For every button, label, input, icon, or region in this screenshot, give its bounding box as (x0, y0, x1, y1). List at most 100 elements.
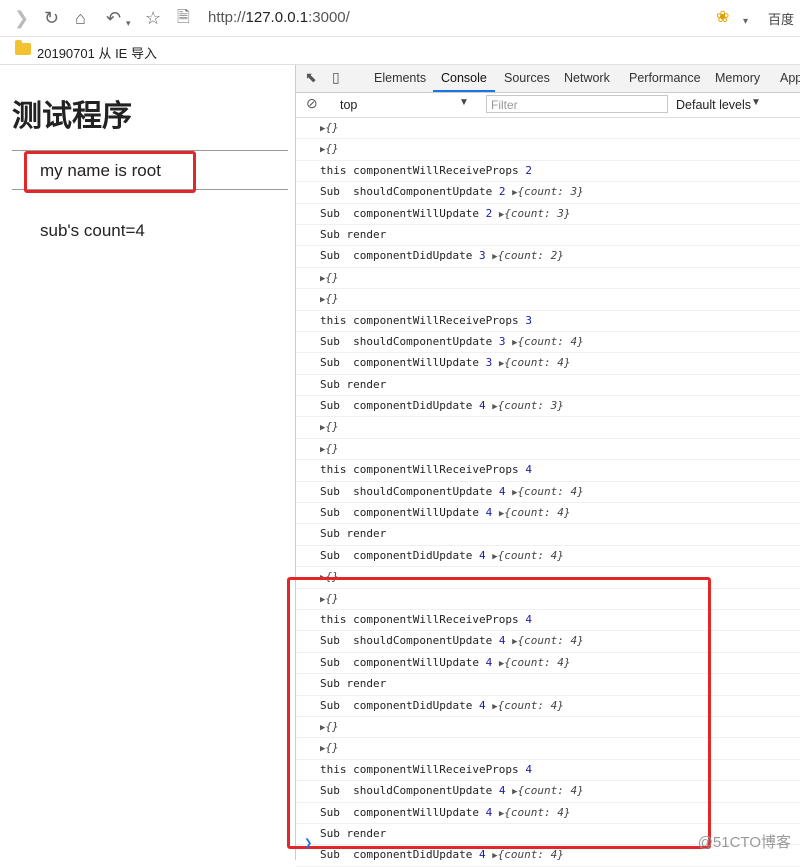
console-row: Sub shouldComponentUpdate 3 ▶{count: 4} (296, 332, 800, 354)
bee-icon[interactable]: ❀ (716, 8, 729, 28)
console-object[interactable]: {} (325, 442, 338, 455)
console-message: Sub render (320, 227, 387, 241)
console-number: 3 (525, 313, 532, 327)
star-icon[interactable]: ☆ (145, 8, 161, 28)
tab-console[interactable]: Console (441, 71, 487, 85)
console-row: Sub shouldComponentUpdate 4 ▶{count: 4} (296, 482, 800, 504)
filter-input[interactable]: Filter (486, 95, 668, 113)
console-object[interactable]: {count: 4} (504, 506, 570, 519)
console-row: Sub componentDidUpdate 4 ▶{count: 4} (296, 546, 800, 568)
console-message: Sub render (320, 377, 387, 391)
console-row: Sub render (296, 375, 800, 397)
url-host: 127.0.0.1 (245, 9, 309, 26)
console-message: Sub componentDidUpdate (320, 848, 479, 862)
console-row: Sub componentDidUpdate 3 ▶{count: 2} (296, 246, 800, 268)
browser-toolbar: ❯ ↻ ⌂ ↶ ▾ ☆ 🗎 http://127.0.0.1:3000/ ❀ ▾… (0, 0, 800, 37)
console-row[interactable]: ▶{} (296, 118, 800, 140)
highlight-box-name (24, 151, 196, 193)
page-title: 测试程序 (12, 99, 132, 134)
search-engine-label[interactable]: 百度 (768, 10, 794, 30)
console-row[interactable]: ▶{} (296, 417, 800, 439)
console-number: 3 (478, 249, 486, 263)
console-row: Sub componentWillUpdate 2 ▶{count: 3} (296, 204, 800, 225)
levels-select[interactable]: Default levels (676, 98, 751, 112)
console-row: Sub componentWillUpdate 3 ▶{count: 4} (296, 353, 800, 375)
console-object[interactable]: {count: 4} (498, 549, 564, 562)
refresh-icon[interactable]: ↻ (44, 8, 59, 28)
url-scheme: http:// (208, 9, 246, 26)
console-object[interactable]: {} (325, 292, 338, 305)
console-object[interactable]: {} (325, 142, 338, 155)
console-row[interactable]: ▶{} (296, 289, 800, 311)
console-message: Sub componentDidUpdate (320, 399, 479, 413)
tab-elements[interactable]: Elements (374, 71, 426, 85)
console-number: 2 (525, 163, 532, 177)
console-prompt-icon[interactable]: ❯ (304, 838, 312, 849)
clear-console-icon[interactable]: ⊘ (306, 95, 318, 112)
console-number: 4 (478, 399, 486, 413)
console-object[interactable]: {count: 3} (498, 399, 564, 412)
console-object[interactable]: {} (325, 121, 338, 134)
context-dropdown-icon[interactable]: ▼ (459, 97, 469, 108)
console-object[interactable]: {count: 4} (504, 356, 570, 369)
console-row: Sub componentWillUpdate 4 ▶{count: 4} (296, 503, 800, 525)
console-object[interactable]: {count: 2} (498, 249, 564, 262)
engine-dropdown-icon[interactable]: ▾ (743, 12, 748, 32)
console-message: this componentWillReceiveProps (320, 163, 526, 177)
tab-network[interactable]: Network (564, 71, 610, 85)
highlight-box-console (287, 577, 711, 849)
console-object[interactable]: {} (325, 271, 338, 284)
tab-application[interactable]: App (780, 71, 800, 85)
address-bar[interactable]: http://127.0.0.1:3000/ (208, 6, 708, 30)
console-object[interactable]: {count: 4} (517, 335, 583, 348)
console-object[interactable]: {count: 3} (517, 185, 583, 198)
console-message: Sub componentWillUpdate (320, 356, 486, 370)
page-icon[interactable]: 🗎 (177, 8, 190, 28)
console-message: Sub componentDidUpdate (320, 548, 479, 562)
console-object[interactable]: {count: 3} (504, 207, 570, 220)
console-message: this componentWillReceiveProps (320, 463, 526, 477)
console-row: Sub shouldComponentUpdate 2 ▶{count: 3} (296, 182, 800, 204)
console-message: Sub render (320, 527, 387, 541)
count-text: sub's count=4 (40, 221, 145, 240)
tab-memory[interactable]: Memory (715, 71, 760, 85)
undo-icon[interactable]: ↶ (106, 8, 121, 28)
active-tab-indicator (433, 90, 495, 92)
home-icon[interactable]: ⌂ (75, 8, 86, 28)
console-row[interactable]: ▶{} (296, 268, 800, 290)
context-select[interactable]: top (340, 98, 357, 112)
console-message: Sub componentDidUpdate (320, 249, 479, 263)
tab-sources[interactable]: Sources (504, 71, 550, 85)
console-message: Sub shouldComponentUpdate (320, 334, 499, 348)
console-number: 4 (525, 463, 532, 477)
console-object[interactable]: {count: 4} (498, 848, 564, 861)
console-row: Sub componentDidUpdate 4 ▶{count: 3} (296, 396, 800, 418)
console-object[interactable]: {count: 4} (517, 485, 583, 498)
console-number: 4 (478, 548, 486, 562)
folder-icon (15, 40, 31, 55)
console-message: Sub shouldComponentUpdate (320, 185, 499, 199)
console-row: this componentWillReceiveProps 3 (296, 311, 800, 332)
console-row[interactable]: ▶{} (296, 439, 800, 461)
console-object[interactable]: {} (325, 420, 338, 433)
console-message: Sub shouldComponentUpdate (320, 484, 499, 498)
undo-dropdown-icon[interactable]: ▾ (126, 13, 131, 33)
devtools-tabbar: ⬉ ▯ Elements Console Sources Network Per… (296, 65, 800, 93)
forward-icon[interactable]: ❯ (14, 8, 29, 28)
watermark: @51CTO博客 (697, 834, 791, 851)
console-row[interactable]: ▶{} (296, 139, 800, 161)
console-row: this componentWillReceiveProps 2 (296, 161, 800, 183)
tab-performance[interactable]: Performance (629, 71, 701, 85)
console-message: Sub componentWillUpdate (320, 206, 486, 220)
device-toggle-icon[interactable]: ▯ (332, 69, 340, 86)
devtools-panel: ⬉ ▯ Elements Console Sources Network Per… (287, 65, 800, 867)
console-row: Sub render (296, 524, 800, 546)
bookmark-folder[interactable]: 20190701 从 IE 导入 (37, 43, 157, 62)
console-message: Sub componentWillUpdate (320, 506, 486, 520)
page-content: 测试程序 my name is root sub's count=4 (0, 65, 295, 860)
inspect-icon[interactable]: ⬉ (305, 69, 317, 86)
console-number: 4 (478, 848, 486, 862)
levels-dropdown-icon[interactable]: ▼ (751, 97, 761, 108)
console-filter-bar: ⊘ top ▼ Filter Default levels ▼ (296, 93, 800, 118)
bookmarks-bar: 20190701 从 IE 导入 (0, 36, 800, 65)
